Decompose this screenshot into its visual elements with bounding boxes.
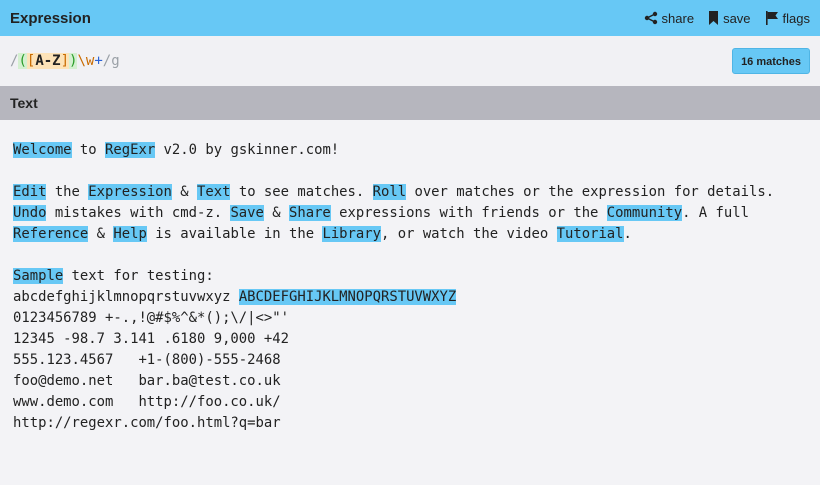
text-segment: foo@demo.net bar.ba@test.co.uk (13, 373, 281, 389)
match-highlight: RegExr (105, 142, 156, 158)
save-button[interactable]: save (708, 10, 751, 26)
match-highlight: Undo (13, 205, 47, 221)
match-highlight: Sample (13, 268, 64, 284)
share-button[interactable]: share (644, 10, 695, 26)
matches-badge[interactable]: 16 matches (732, 48, 810, 74)
bookmark-icon (708, 11, 719, 25)
text-panel-title: Text (10, 95, 38, 111)
match-highlight: Edit (13, 184, 47, 200)
match-highlight: Reference (13, 226, 89, 242)
match-highlight: Roll (372, 184, 407, 200)
match-highlight: ABCDEFGHIJKLMNOPQRSTUVWXYZ (238, 289, 457, 305)
expression-word-escape: \w (77, 53, 95, 69)
header-actions: share save flags (644, 11, 810, 26)
match-highlight: Tutorial (556, 226, 624, 242)
text-line: www.demo.com http://foo.co.uk/ (13, 392, 807, 413)
expression-row: / ( [ A-Z ] ) \w + / g 16 matches (0, 36, 820, 86)
expression-close-slash: / (102, 53, 112, 69)
text-segment: over matches or the expression for detai… (406, 184, 775, 200)
text-segment: & (171, 184, 198, 200)
share-icon (644, 11, 658, 25)
text-line: foo@demo.net bar.ba@test.co.uk (13, 371, 807, 392)
text-segment: http://regexr.com/foo.html?q=bar (13, 415, 281, 431)
expression-title: Expression (10, 9, 91, 27)
expression-set-close: ] (60, 53, 70, 69)
text-line: http://regexr.com/foo.html?q=bar (13, 413, 807, 434)
text-segment: , or watch the video (381, 226, 557, 242)
match-highlight: Help (113, 226, 147, 242)
text-line: 555.123.4567 +1-(800)-555-2468 (13, 350, 807, 371)
text-line: Welcome to RegExr v2.0 by gskinner.com! (13, 140, 807, 161)
expression-range: A-Z (35, 53, 61, 69)
text-segment: & (88, 226, 114, 242)
text-line: Sample text for testing: (13, 266, 807, 287)
expression-header: Expression share save flags (0, 0, 820, 36)
save-label: save (723, 10, 751, 26)
text-segment: the (46, 184, 89, 200)
text-segment: 12345 -98.7 3.141 .6180 9,000 +42 (13, 331, 289, 347)
match-highlight: Save (230, 205, 264, 221)
text-segment: is available in the (146, 226, 323, 242)
text-segment: to (71, 142, 105, 158)
text-segment: . A full (682, 205, 749, 221)
text-segment: . (623, 226, 632, 242)
text-segment: text for testing: (63, 268, 214, 284)
match-highlight: Share (288, 205, 331, 221)
text-segment: v2.0 by gskinner.com! (155, 142, 340, 158)
text-panel-header: Text (0, 86, 820, 120)
text-segment: & (263, 205, 289, 221)
text-line: abcdefghijklmnopqrstuvwxyz ABCDEFGHIJKLM… (13, 287, 807, 308)
text-editor[interactable]: Welcome to RegExr v2.0 by gskinner.com! E… (0, 120, 820, 485)
expression-group-close: ) (69, 53, 78, 69)
text-segment: www.demo.com http://foo.co.uk/ (13, 394, 281, 410)
match-highlight: Community (606, 205, 683, 221)
text-line: 12345 -98.7 3.141 .6180 9,000 +42 (13, 329, 807, 350)
text-segment: to see matches. (230, 184, 373, 200)
match-highlight: Expression (88, 184, 172, 200)
match-highlight: Welcome (13, 142, 72, 158)
text-line: Undo mistakes with cmd-z. Save & Share e… (13, 203, 807, 224)
expression-open-slash: / (10, 53, 19, 69)
expression-flags[interactable]: g (111, 53, 119, 69)
text-segment: 555.123.4567 +1-(800)-555-2468 (13, 352, 281, 368)
text-line: Reference & Help is available in the Lib… (13, 224, 807, 245)
match-highlight: Library (322, 226, 381, 242)
expression-input[interactable]: / ( [ A-Z ] ) \w + / g (10, 53, 120, 69)
text-segment: mistakes with cmd-z. (46, 205, 231, 221)
flags-label: flags (782, 10, 810, 26)
share-label: share (661, 10, 695, 26)
text-line (13, 245, 807, 266)
expression-quantifier: + (94, 53, 103, 69)
flag-icon (765, 11, 779, 25)
text-line: 0123456789 +-.,!@#$%^&*();\/|<>"' (13, 308, 807, 329)
text-segment: expressions with friends or the (330, 205, 607, 221)
text-segment: 0123456789 +-.,!@#$%^&*();\/|<>"' (13, 310, 289, 326)
expression-group-open: ( (18, 53, 27, 69)
text-segment: abcdefghijklmnopqrstuvwxyz (13, 289, 239, 305)
match-highlight: Text (197, 184, 231, 200)
text-line: Edit the Expression & Text to see matche… (13, 182, 807, 203)
text-line (13, 161, 807, 182)
expression-set-open: [ (26, 53, 36, 69)
flags-button[interactable]: flags (765, 11, 810, 26)
